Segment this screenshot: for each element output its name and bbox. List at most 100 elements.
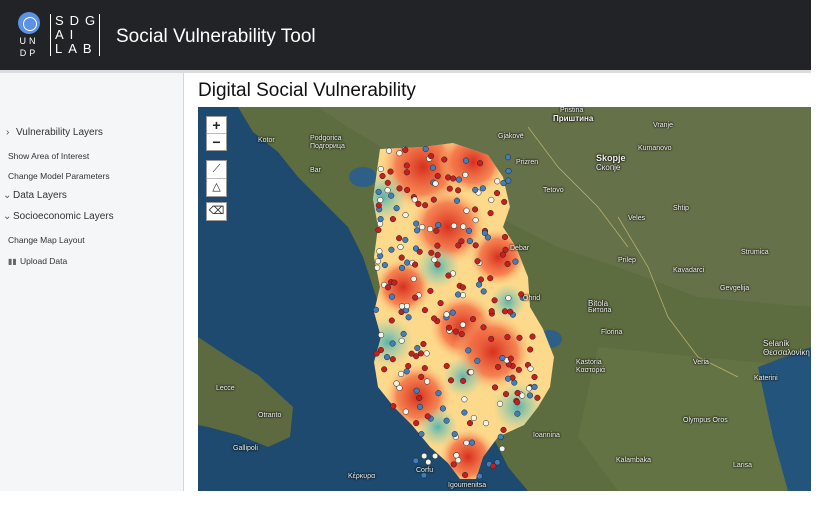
survey-point[interactable]: [504, 334, 511, 341]
survey-point[interactable]: [374, 264, 381, 271]
survey-point[interactable]: [499, 445, 506, 452]
sidebar-item-show-area[interactable]: Show Area of Interest: [8, 151, 89, 161]
survey-point[interactable]: [390, 403, 397, 410]
eraser-icon[interactable]: ⌫: [207, 203, 226, 220]
survey-point[interactable]: [434, 172, 441, 180]
survey-point[interactable]: [433, 227, 440, 234]
survey-point[interactable]: [487, 210, 494, 217]
survey-point[interactable]: [460, 377, 467, 384]
survey-point[interactable]: [488, 308, 495, 315]
survey-point[interactable]: [465, 227, 473, 234]
survey-point[interactable]: [403, 368, 410, 375]
survey-point[interactable]: [534, 394, 541, 401]
survey-point[interactable]: [516, 334, 523, 341]
survey-point[interactable]: [385, 147, 393, 154]
sidebar-item-map-layout[interactable]: Change Map Layout: [8, 235, 85, 245]
survey-point[interactable]: [384, 179, 391, 186]
survey-point[interactable]: [501, 198, 508, 205]
survey-point[interactable]: [398, 303, 406, 310]
survey-point[interactable]: [500, 426, 507, 433]
survey-point[interactable]: [388, 317, 395, 324]
survey-point[interactable]: [447, 377, 455, 384]
survey-point[interactable]: [459, 321, 466, 328]
survey-point[interactable]: [450, 222, 458, 229]
survey-point[interactable]: [450, 461, 457, 468]
sidebar-item-socioeconomic-layers[interactable]: ⌄ Socioeconomic Layers: [3, 211, 114, 222]
survey-point[interactable]: [431, 315, 438, 322]
survey-point[interactable]: [491, 297, 498, 304]
survey-point[interactable]: [476, 473, 483, 480]
survey-point[interactable]: [505, 294, 512, 302]
survey-point[interactable]: [494, 459, 501, 466]
survey-point[interactable]: [398, 337, 405, 344]
survey-point[interactable]: [389, 356, 396, 363]
survey-point[interactable]: [443, 311, 450, 318]
survey-point[interactable]: [403, 162, 410, 169]
survey-point[interactable]: [502, 391, 510, 398]
survey-point[interactable]: [531, 373, 538, 381]
survey-point[interactable]: [455, 187, 462, 194]
survey-point[interactable]: [439, 405, 446, 412]
sidebar-item-model-parameters[interactable]: Change Model Parameters: [8, 171, 110, 181]
survey-point[interactable]: [468, 439, 476, 446]
survey-point[interactable]: [410, 275, 417, 282]
survey-point[interactable]: [412, 457, 419, 464]
survey-point[interactable]: [480, 288, 487, 295]
survey-point[interactable]: [461, 409, 468, 416]
survey-point[interactable]: [428, 249, 435, 256]
survey-point[interactable]: [476, 281, 483, 288]
survey-point[interactable]: [424, 378, 431, 385]
survey-point[interactable]: [377, 216, 384, 223]
survey-point[interactable]: [372, 306, 380, 313]
survey-point[interactable]: [375, 202, 382, 209]
survey-point[interactable]: [413, 220, 420, 227]
survey-point[interactable]: [463, 439, 470, 446]
survey-point[interactable]: [405, 314, 412, 321]
survey-point[interactable]: [446, 185, 453, 192]
survey-point[interactable]: [445, 272, 452, 279]
survey-point[interactable]: [418, 373, 425, 380]
survey-point[interactable]: [393, 205, 400, 212]
survey-point[interactable]: [482, 420, 490, 427]
survey-point[interactable]: [402, 408, 409, 415]
map-view[interactable]: Pristina Приштина Podgorica Подгорица Sk…: [198, 107, 811, 491]
survey-point[interactable]: [389, 340, 396, 347]
survey-point[interactable]: [375, 188, 382, 195]
survey-point[interactable]: [445, 324, 453, 331]
survey-point[interactable]: [423, 350, 430, 357]
survey-point[interactable]: [431, 256, 438, 263]
survey-point[interactable]: [414, 227, 421, 234]
survey-point[interactable]: [416, 403, 424, 410]
zoom-out-button[interactable]: −: [207, 134, 226, 150]
survey-point[interactable]: [388, 246, 395, 253]
survey-point[interactable]: [514, 410, 521, 417]
survey-point[interactable]: [430, 196, 437, 203]
survey-point[interactable]: [505, 167, 512, 175]
survey-point[interactable]: [472, 242, 479, 249]
survey-point[interactable]: [377, 196, 384, 204]
survey-point[interactable]: [391, 279, 398, 286]
survey-point[interactable]: [451, 431, 458, 438]
survey-point[interactable]: [422, 145, 429, 153]
survey-point[interactable]: [434, 242, 441, 249]
survey-point[interactable]: [428, 153, 435, 160]
survey-point[interactable]: [487, 275, 494, 282]
sidebar-item-data-layers[interactable]: ⌄ Data Layers: [3, 190, 67, 201]
survey-point[interactable]: [474, 258, 481, 265]
survey-point[interactable]: [419, 224, 426, 231]
survey-point[interactable]: [412, 294, 419, 301]
survey-point[interactable]: [421, 452, 428, 460]
survey-point[interactable]: [398, 264, 406, 271]
survey-point[interactable]: [514, 389, 521, 397]
survey-point[interactable]: [458, 238, 465, 245]
survey-point[interactable]: [501, 233, 509, 241]
survey-point[interactable]: [501, 308, 508, 315]
survey-point[interactable]: [402, 146, 409, 154]
survey-point[interactable]: [424, 413, 431, 420]
survey-point[interactable]: [527, 365, 534, 372]
survey-point[interactable]: [388, 293, 396, 300]
survey-point[interactable]: [387, 168, 394, 175]
survey-point[interactable]: [525, 385, 533, 392]
survey-point[interactable]: [458, 331, 465, 338]
survey-point[interactable]: [494, 178, 501, 185]
